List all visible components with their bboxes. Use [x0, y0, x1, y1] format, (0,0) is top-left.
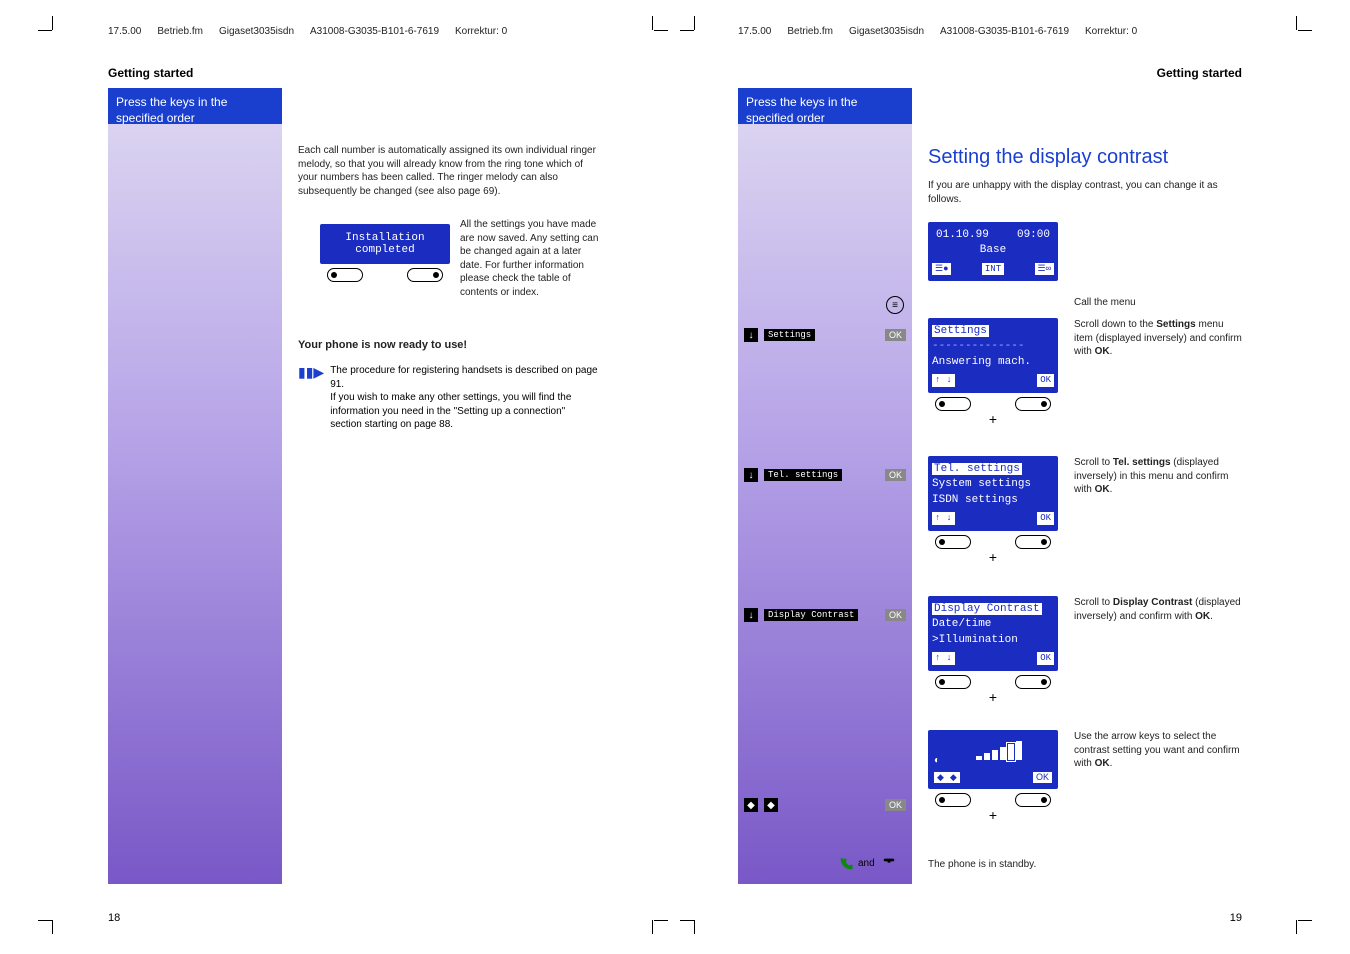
softkey-icon [407, 268, 443, 282]
section-heading-left: Getting started [108, 66, 193, 80]
page-header-right: 17.5.00Betrieb.fmGigaset3035isdnA31008-G… [738, 26, 1153, 37]
margin-gradient-right [738, 124, 912, 884]
page-header-left: 17.5.00Betrieb.fmGigaset3035isdnA31008-G… [108, 26, 523, 37]
ok-badge: OK [885, 799, 906, 811]
lcd-display-contrast: Display Contrast Date/time >Illumination… [928, 596, 1058, 705]
lcd-home: 01.10.9909:00 Base ☰●INT☰∞ [928, 222, 1058, 281]
section-heading-right: Getting started [1157, 66, 1242, 80]
down-arrow-icon: ↓ [744, 328, 758, 342]
step-settings: ↓ Settings OK [738, 320, 912, 350]
saved-text: All the settings you have made are now s… [460, 218, 600, 299]
info-note: ▮▮▶ The procedure for registering handse… [298, 364, 598, 432]
lcd-settings: Settings -------------- Answering mach. … [928, 318, 1058, 427]
right-arrow-icon: ◆ [764, 798, 778, 812]
page-title: Setting the display contrast [928, 144, 1238, 171]
lcd-installation: Installation completed [320, 224, 450, 282]
step-label: Tel. settings [764, 469, 842, 481]
menu-button-icon: ≡ [886, 296, 904, 314]
ok-badge: OK [885, 609, 906, 621]
ok-badge: OK [885, 469, 906, 481]
margin-gradient-left [108, 124, 282, 884]
step-display-contrast: ↓ Display Contrast OK [738, 600, 912, 630]
info-icon: ▮▮▶ [298, 364, 324, 432]
standby-row: and [838, 856, 895, 870]
lcd-contrast-slider: ◐ ◆◆OK + [928, 730, 1058, 823]
step-contrast-arrows: ◆ ◆ OK [738, 790, 912, 820]
step-label: Display Contrast [764, 609, 858, 621]
menu-call-text: Call the menu [1074, 296, 1244, 310]
step4-desc: Use the arrow keys to select the contras… [1074, 730, 1244, 771]
softkey-icon [327, 268, 363, 282]
step1-desc: Scroll down to the Settings menu item (d… [1074, 318, 1244, 359]
step-tel-settings: ↓ Tel. settings OK [738, 460, 912, 490]
handset-off-icon [838, 856, 852, 870]
ready-heading: Your phone is now ready to use! [298, 338, 598, 353]
lcd-tel-settings: Tel. settings System settings ISDN setti… [928, 456, 1058, 565]
down-arrow-icon: ↓ [744, 468, 758, 482]
standby-text: The phone is in standby. [928, 858, 1036, 872]
contrast-intro: If you are unhappy with the display cont… [928, 179, 1238, 206]
page-number-right: 19 [1230, 912, 1242, 924]
handset-on-icon [881, 856, 895, 870]
intro-text: Each call number is automatically assign… [298, 144, 598, 198]
page-number-left: 18 [108, 912, 120, 924]
step-label: Settings [764, 329, 815, 341]
step3-desc: Scroll to Display Contrast (displayed in… [1074, 596, 1244, 623]
left-arrow-icon: ◆ [744, 798, 758, 812]
ok-badge: OK [885, 329, 906, 341]
step2-desc: Scroll to Tel. settings (displayed inver… [1074, 456, 1244, 497]
down-arrow-icon: ↓ [744, 608, 758, 622]
